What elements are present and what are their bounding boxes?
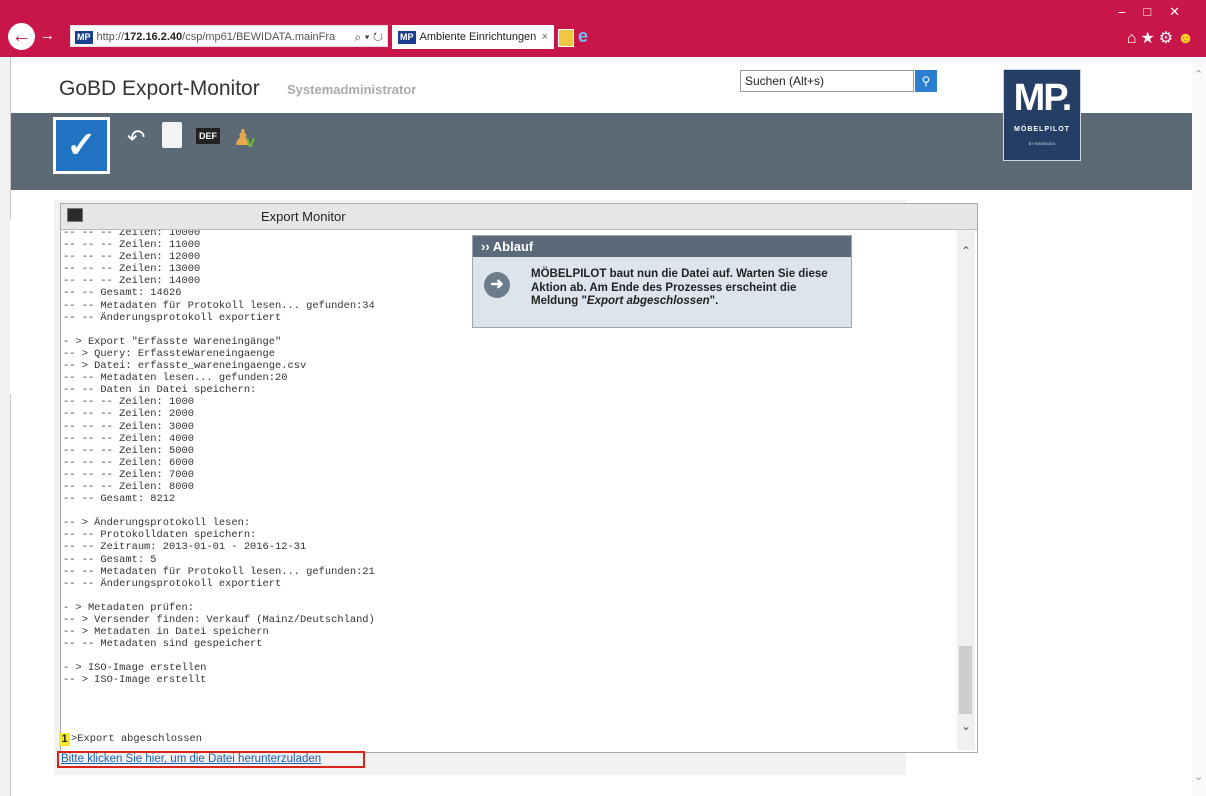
page-scroll-up-icon[interactable]: ⌃ <box>1194 68 1203 81</box>
document-hand-icon[interactable] <box>162 122 182 148</box>
arrow-right-circle-icon: ➜ <box>484 272 510 298</box>
export-finished-line: >Export abgeschlossen <box>71 733 202 745</box>
ablauf-callout: ›› Ablauf ➜ MÖBELPILOT baut nun die Date… <box>472 235 852 328</box>
export-log-text: -- -- -- Zeilen: 10000 -- -- -- Zeilen: … <box>63 230 375 687</box>
user-check-mark-icon: v <box>246 134 255 151</box>
browser-toolbar-icons[interactable]: ⌂★⚙☻ <box>1127 28 1198 48</box>
callout-text: MÖBELPILOT baut nun die Datei auf. Warte… <box>531 268 828 307</box>
tab-ambiente-einrichtungen[interactable]: MP Ambiente Einrichtungen × <box>392 25 554 49</box>
scroll-up-icon[interactable]: ⌃ <box>957 244 975 258</box>
tab-favicon-icon: MP <box>398 30 416 44</box>
back-arrow-icon[interactable]: ↶ <box>127 126 145 150</box>
tab-title: Ambiente Einrichtungen <box>419 31 537 43</box>
terminal-icon <box>67 208 83 222</box>
search-icon[interactable]: ⚲ <box>915 70 937 92</box>
page-scrollbar[interactable] <box>1192 57 1206 796</box>
page-scroll-down-icon[interactable]: ⌄ <box>1194 770 1203 783</box>
site-favicon-icon: MP <box>75 30 93 44</box>
window-controls[interactable]: –□✕ <box>1118 4 1198 20</box>
download-link[interactable]: Bitte klicken Sie hier, um die Datei her… <box>57 751 365 768</box>
address-text: http://172.16.2.40/csp/mp61/BEWIDATA.mai… <box>96 31 336 43</box>
search-input[interactable]: Suchen (Alt+s) <box>740 70 914 92</box>
tab-close-icon[interactable]: × <box>542 25 548 49</box>
scroll-thumb[interactable] <box>959 646 972 714</box>
page-title: GoBD Export-Monitor <box>59 77 260 100</box>
step-marker: 1 <box>59 733 70 746</box>
moebelpilot-logo: MP. MÖBELPILOT BY BEWIDATA <box>1003 69 1081 161</box>
logo-name: MÖBELPILOT <box>1014 126 1070 133</box>
callout-header: ›› Ablauf <box>473 236 851 257</box>
export-monitor-header: Export Monitor <box>61 204 977 230</box>
export-monitor-title: Export Monitor <box>261 209 346 224</box>
def-icon[interactable]: DEF <box>196 128 220 144</box>
back-button[interactable]: ← <box>8 23 35 50</box>
ie-logo-icon: e <box>578 26 589 46</box>
confirm-checkmark-button[interactable]: ✓ <box>53 117 110 174</box>
user-role-label: Systemadministrator <box>287 82 417 97</box>
scroll-down-icon[interactable]: ⌄ <box>957 719 975 733</box>
new-tab-icon[interactable] <box>558 29 574 47</box>
home-star-gear-icons[interactable]: ⌂★⚙ <box>1127 30 1177 47</box>
smiley-icon[interactable]: ☻ <box>1177 30 1198 47</box>
address-actions-icon[interactable]: ⌕ ▾ ↻ <box>354 26 383 46</box>
logo-by: BY BEWIDATA <box>1028 141 1056 146</box>
forward-button[interactable]: → <box>40 27 55 44</box>
left-edge-strip <box>0 57 11 796</box>
logo-mark: MP. <box>1013 77 1073 119</box>
address-bar[interactable]: MP http://172.16.2.40/csp/mp61/BEWIDATA.m… <box>70 25 388 47</box>
